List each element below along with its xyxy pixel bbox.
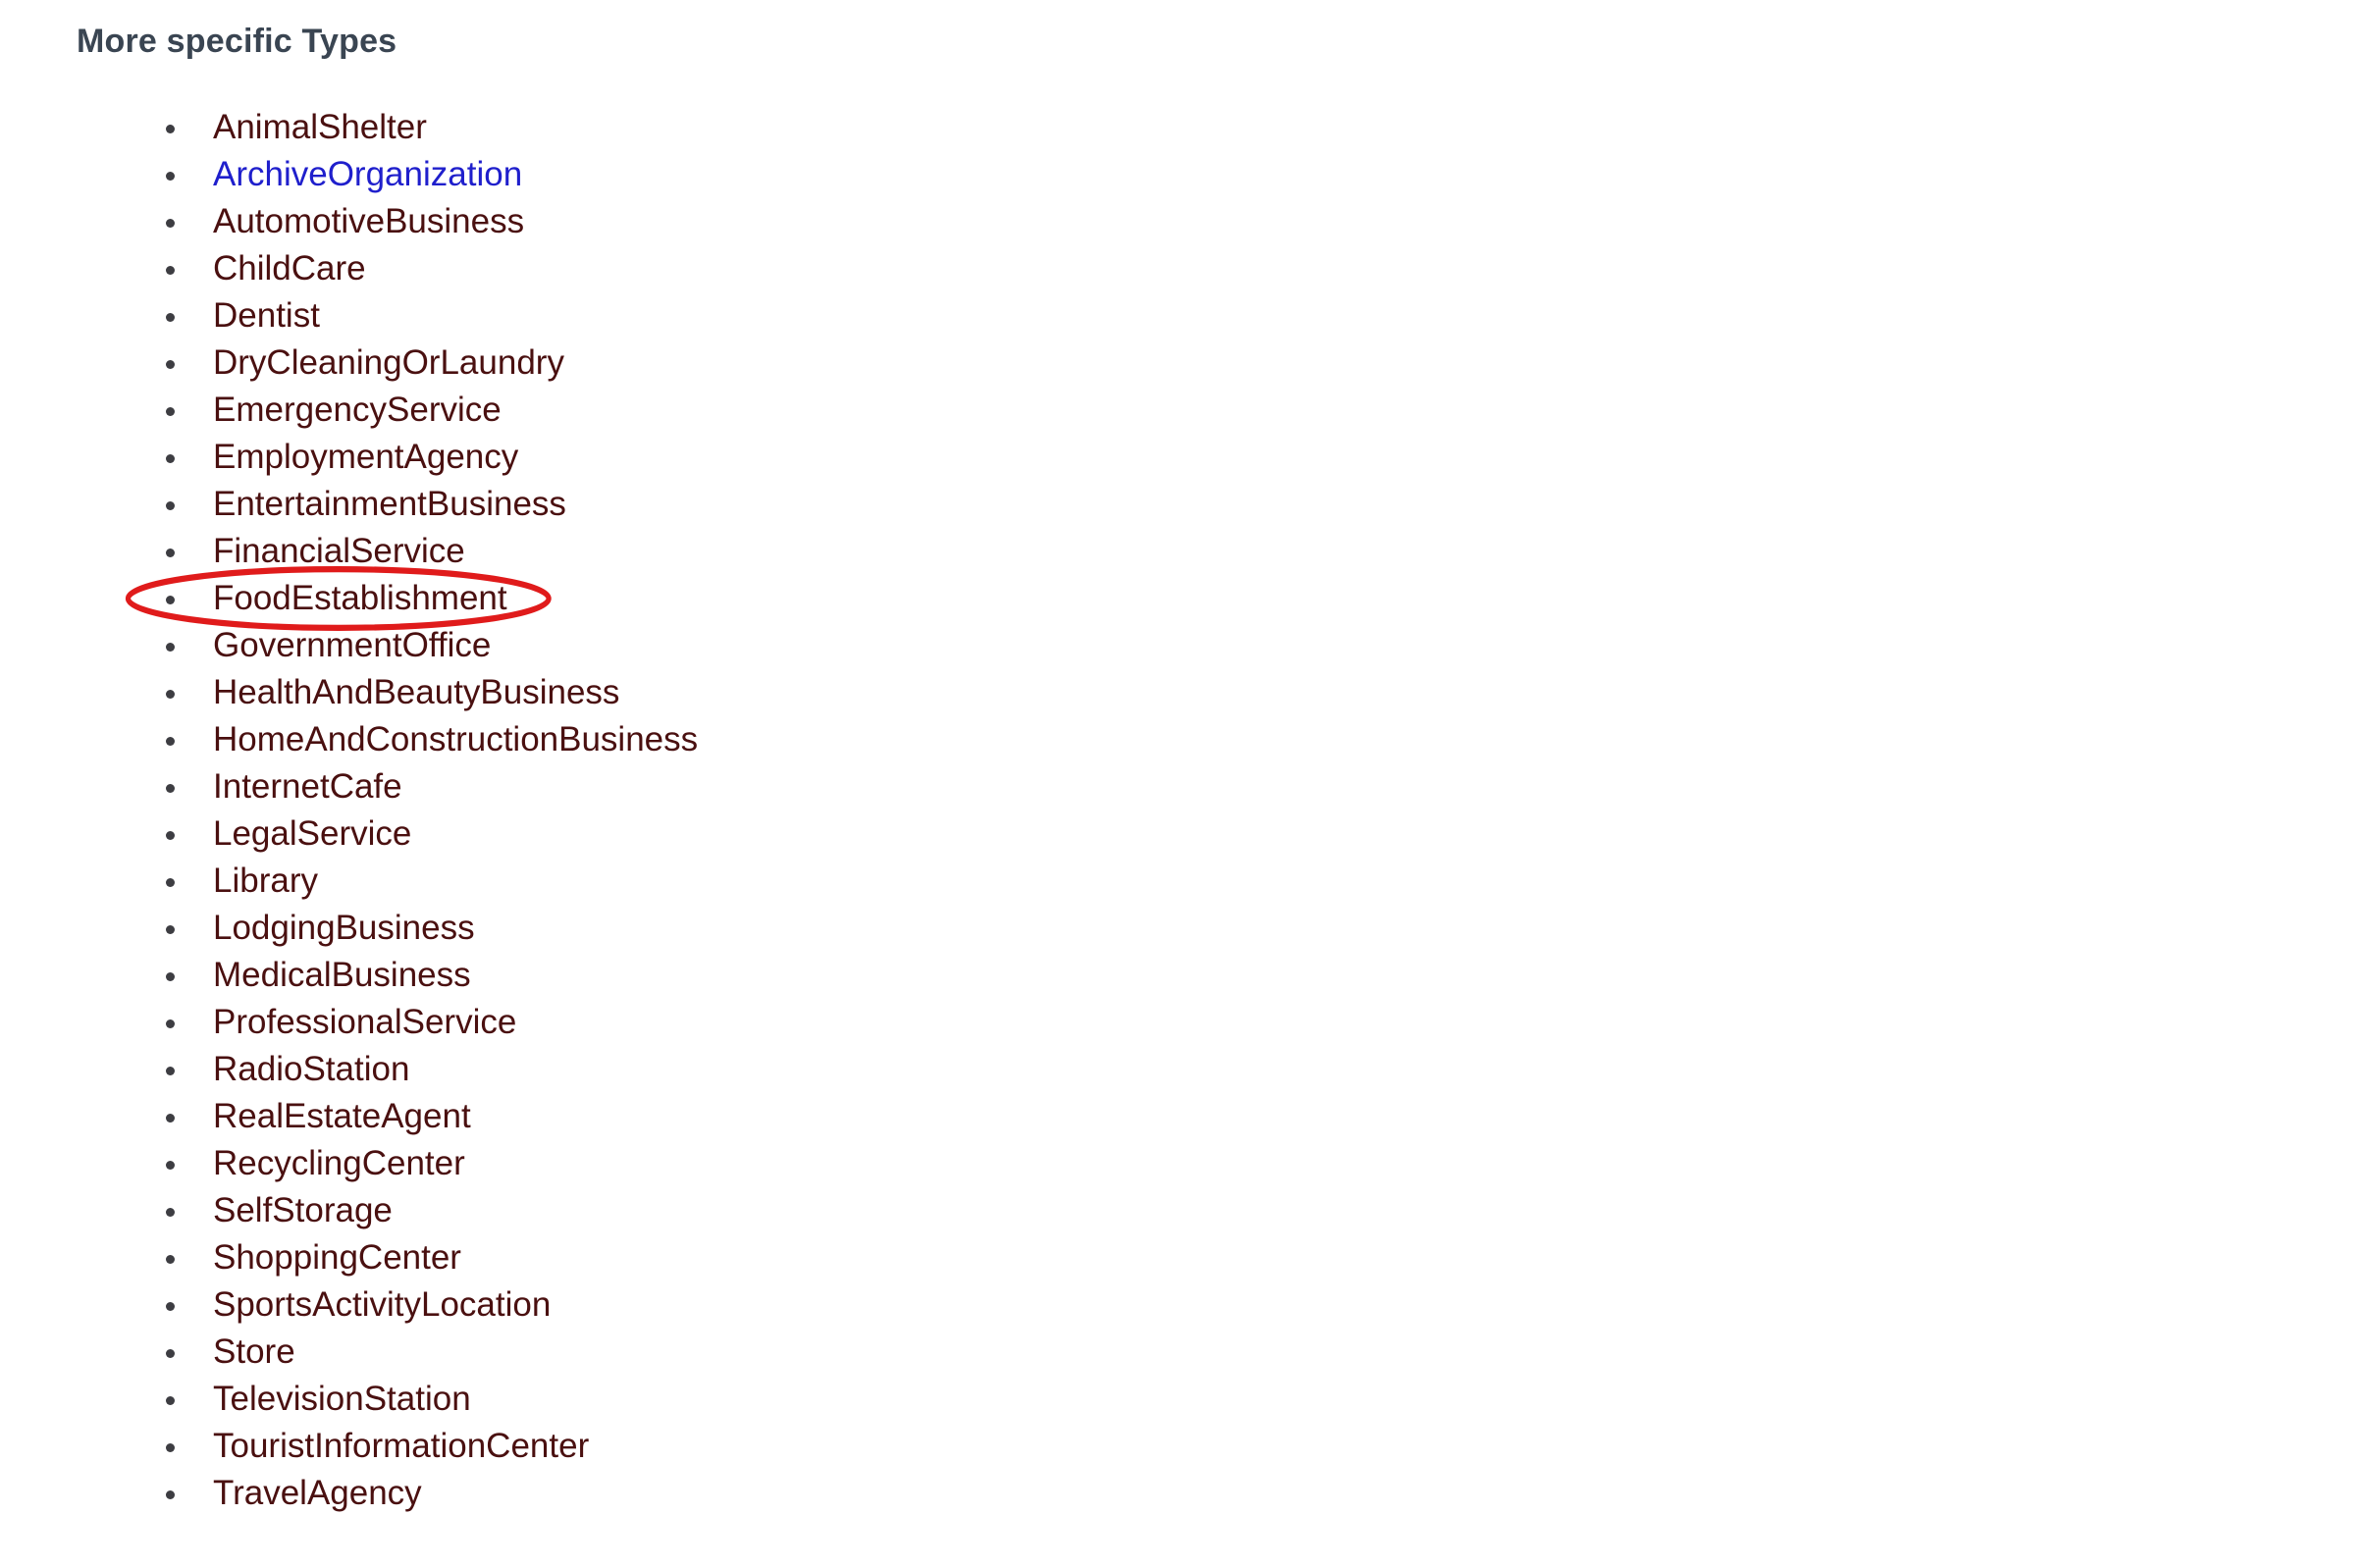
- bullet-icon: [166, 1114, 175, 1123]
- type-link[interactable]: LodgingBusiness: [213, 909, 475, 947]
- type-link[interactable]: ShoppingCenter: [213, 1238, 461, 1277]
- list-item: LegalService: [0, 810, 698, 858]
- list-item: TravelAgency: [0, 1470, 698, 1517]
- list-item: EmploymentAgency: [0, 434, 698, 481]
- bullet-icon: [166, 266, 175, 275]
- type-link[interactable]: Library: [213, 862, 318, 900]
- bullet-icon: [166, 831, 175, 840]
- list-item: ChildCare: [0, 245, 698, 292]
- list-item: RecyclingCenter: [0, 1140, 698, 1187]
- list-item: SelfStorage: [0, 1187, 698, 1234]
- type-link[interactable]: TouristInformationCenter: [213, 1427, 589, 1465]
- type-link[interactable]: ArchiveOrganization: [213, 155, 522, 193]
- bullet-icon: [166, 972, 175, 981]
- type-link[interactable]: EmploymentAgency: [213, 438, 518, 476]
- list-item: SportsActivityLocation: [0, 1281, 698, 1329]
- list-item: HomeAndConstructionBusiness: [0, 716, 698, 763]
- list-item: FoodEstablishment: [0, 575, 698, 622]
- bullet-icon: [166, 878, 175, 887]
- list-item: InternetCafe: [0, 763, 698, 810]
- type-link[interactable]: RadioStation: [213, 1050, 409, 1088]
- type-link[interactable]: EmergencyService: [213, 391, 502, 429]
- bullet-icon: [166, 219, 175, 228]
- bullet-icon: [166, 125, 175, 133]
- type-link[interactable]: SelfStorage: [213, 1191, 393, 1229]
- bullet-icon: [166, 1302, 175, 1311]
- bullet-icon: [166, 1255, 175, 1264]
- list-item: FinancialService: [0, 528, 698, 575]
- bullet-icon: [166, 925, 175, 934]
- more-specific-types-list: AnimalShelter ArchiveOrganization Automoti…: [0, 104, 698, 1517]
- list-item: EmergencyService: [0, 387, 698, 434]
- type-link[interactable]: FinancialService: [213, 532, 465, 570]
- list-item: RadioStation: [0, 1046, 698, 1093]
- bullet-icon: [166, 784, 175, 793]
- bullet-icon: [166, 548, 175, 557]
- bullet-icon: [166, 1161, 175, 1170]
- type-link[interactable]: MedicalBusiness: [213, 956, 471, 994]
- list-item: Store: [0, 1329, 698, 1376]
- type-link[interactable]: Store: [213, 1332, 295, 1371]
- list-item: Library: [0, 858, 698, 905]
- list-item: RealEstateAgent: [0, 1093, 698, 1140]
- type-link[interactable]: LegalService: [213, 814, 411, 853]
- list-item: Dentist: [0, 292, 698, 340]
- bullet-icon: [166, 1443, 175, 1452]
- page-title: More specific Types: [77, 23, 397, 60]
- list-item: LodgingBusiness: [0, 905, 698, 952]
- type-link[interactable]: AutomotiveBusiness: [213, 202, 524, 240]
- type-link[interactable]: SportsActivityLocation: [213, 1285, 551, 1324]
- bullet-icon: [166, 737, 175, 746]
- list-item: ProfessionalService: [0, 999, 698, 1046]
- type-link[interactable]: DryCleaningOrLaundry: [213, 343, 564, 382]
- page-root: More specific Types AnimalShelter Archive…: [0, 0, 2380, 1567]
- type-link[interactable]: GovernmentOffice: [213, 626, 491, 664]
- bullet-icon: [166, 1067, 175, 1075]
- bullet-icon: [166, 1208, 175, 1217]
- bullet-icon: [166, 1349, 175, 1358]
- type-link[interactable]: ChildCare: [213, 249, 366, 287]
- bullet-icon: [166, 172, 175, 181]
- bullet-icon: [166, 313, 175, 322]
- list-item: EntertainmentBusiness: [0, 481, 698, 528]
- type-link[interactable]: TelevisionStation: [213, 1380, 471, 1418]
- list-item: DryCleaningOrLaundry: [0, 340, 698, 387]
- list-item: AutomotiveBusiness: [0, 198, 698, 245]
- bullet-icon: [166, 596, 175, 604]
- bullet-icon: [166, 1396, 175, 1405]
- list-item: ShoppingCenter: [0, 1234, 698, 1281]
- list-item: AnimalShelter: [0, 104, 698, 151]
- list-item: GovernmentOffice: [0, 622, 698, 669]
- bullet-icon: [166, 501, 175, 510]
- type-link[interactable]: ProfessionalService: [213, 1003, 516, 1041]
- type-link[interactable]: HealthAndBeautyBusiness: [213, 673, 619, 711]
- list-item: MedicalBusiness: [0, 952, 698, 999]
- type-link[interactable]: HomeAndConstructionBusiness: [213, 720, 698, 758]
- type-link[interactable]: RealEstateAgent: [213, 1097, 471, 1135]
- bullet-icon: [166, 1490, 175, 1499]
- list-item[interactable]: ArchiveOrganization: [0, 151, 698, 198]
- bullet-icon: [166, 407, 175, 416]
- bullet-icon: [166, 690, 175, 699]
- type-link[interactable]: AnimalShelter: [213, 108, 427, 146]
- type-link[interactable]: Dentist: [213, 296, 320, 335]
- type-link[interactable]: InternetCafe: [213, 767, 402, 806]
- bullet-icon: [166, 360, 175, 369]
- bullet-icon: [166, 454, 175, 463]
- type-link[interactable]: TravelAgency: [213, 1474, 422, 1512]
- type-link[interactable]: RecyclingCenter: [213, 1144, 465, 1182]
- list-item: TelevisionStation: [0, 1376, 698, 1423]
- type-link[interactable]: EntertainmentBusiness: [213, 485, 566, 523]
- bullet-icon: [166, 1019, 175, 1028]
- list-item: TouristInformationCenter: [0, 1423, 698, 1470]
- bullet-icon: [166, 643, 175, 652]
- list-item: HealthAndBeautyBusiness: [0, 669, 698, 716]
- type-link[interactable]: FoodEstablishment: [213, 579, 507, 617]
